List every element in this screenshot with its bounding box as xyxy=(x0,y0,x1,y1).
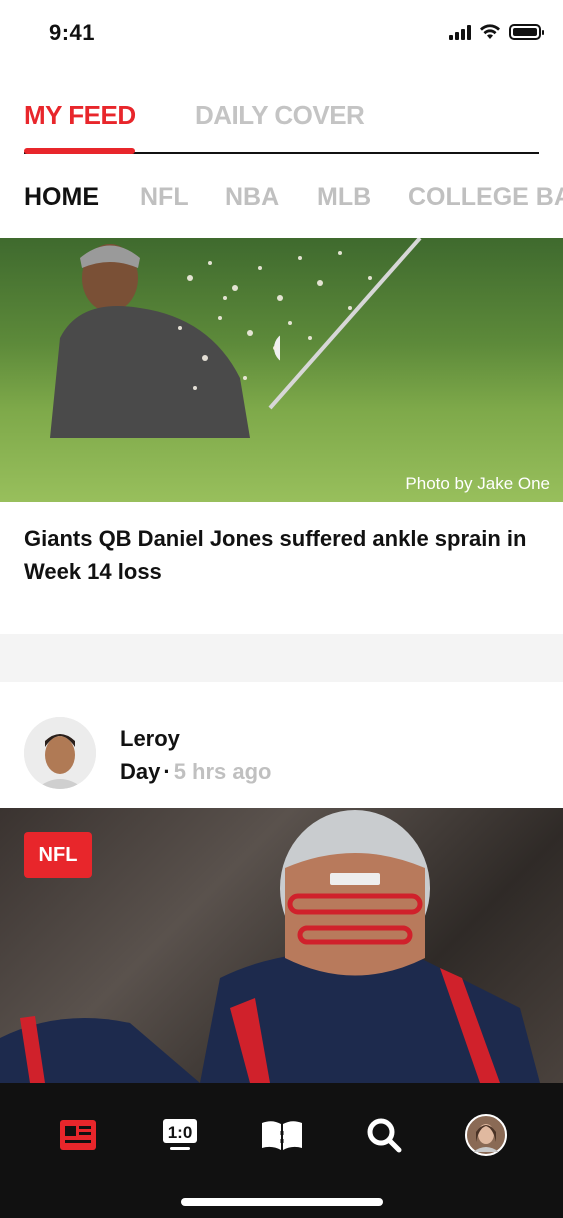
category-tab-mlb[interactable]: MLB xyxy=(317,183,371,212)
home-indicator[interactable] xyxy=(181,1198,383,1206)
author-name[interactable]: Leroy xyxy=(120,726,180,752)
post-time: 5 hrs ago xyxy=(173,759,272,784)
status-time: 9:41 xyxy=(49,20,96,45)
category-tabs: HOME NFL NBA MLB COLLEGE BA xyxy=(24,183,563,219)
category-tab-nba[interactable]: NBA xyxy=(225,183,279,212)
nav-profile[interactable] xyxy=(464,1113,508,1157)
nav-feed[interactable] xyxy=(56,1113,100,1157)
nfl-badge[interactable]: NFL xyxy=(24,832,92,878)
meta-separator: · xyxy=(163,759,171,784)
wifi-icon xyxy=(480,24,500,39)
top-tabs: MY FEED DAILY COVER xyxy=(24,100,539,155)
author-last-name[interactable]: Day xyxy=(120,759,160,784)
category-tab-college[interactable]: COLLEGE BA xyxy=(408,183,563,212)
category-tab-home[interactable]: HOME xyxy=(24,183,99,212)
status-bar: 9:41 xyxy=(0,0,563,70)
battery-icon xyxy=(509,24,544,40)
sand-spray xyxy=(178,238,422,410)
book-icon xyxy=(262,1121,302,1150)
scores-icon: 1:0 xyxy=(163,1119,197,1150)
profile-avatar xyxy=(465,1114,507,1156)
hero-image[interactable]: Photo by Jake One xyxy=(0,238,563,502)
cellular-signal-icon xyxy=(449,24,471,40)
tab-daily-cover[interactable]: DAILY COVER xyxy=(195,100,365,131)
search-icon xyxy=(367,1118,402,1153)
nav-scores[interactable]: 1:0 xyxy=(158,1113,202,1157)
tab-my-feed[interactable]: MY FEED xyxy=(24,100,136,131)
photo-credit: Photo by Jake One xyxy=(405,474,550,493)
svg-text:1:0: 1:0 xyxy=(168,1123,193,1142)
category-tab-nfl[interactable]: NFL xyxy=(140,183,189,212)
article-headline[interactable]: Giants QB Daniel Jones suffered ankle sp… xyxy=(24,522,544,588)
feed-icon xyxy=(60,1120,96,1150)
author-avatar-illustration xyxy=(24,717,96,789)
nav-search[interactable] xyxy=(362,1113,406,1157)
nav-read[interactable] xyxy=(260,1113,304,1157)
section-divider xyxy=(0,634,563,682)
active-tab-indicator xyxy=(24,148,135,154)
author-meta: Day · 5 hrs ago xyxy=(120,759,272,785)
author-avatar[interactable] xyxy=(24,717,96,789)
status-icons xyxy=(449,24,544,40)
